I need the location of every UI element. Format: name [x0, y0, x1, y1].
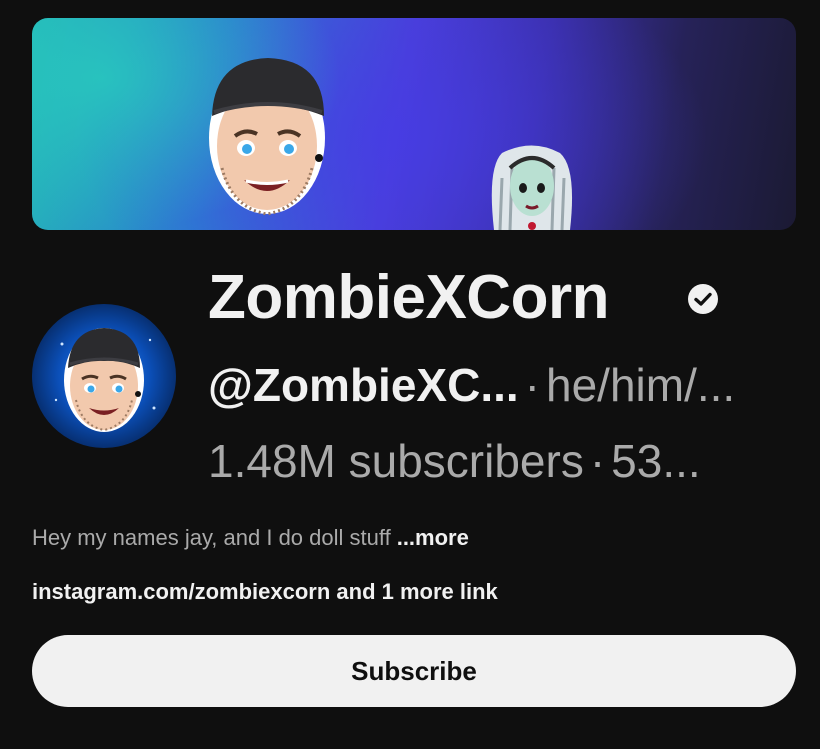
channel-avatar[interactable] — [32, 304, 176, 448]
channel-description[interactable]: Hey my names jay, and I do doll stuff...… — [32, 524, 469, 552]
channel-name: ZombieXCorn — [208, 263, 609, 332]
channel-pronouns: he/him/... — [546, 359, 736, 411]
stats-line: 1.48M subscribers · 53... — [208, 433, 701, 489]
channel-handle: @ZombieXC... — [208, 359, 519, 411]
more-link[interactable]: ...more — [397, 525, 469, 550]
avatar-face-art — [54, 328, 156, 432]
description-text: Hey my names jay, and I do doll stuff — [32, 525, 391, 550]
subscriber-count: 1.48M subscribers — [208, 435, 584, 487]
video-count: 53... — [611, 435, 701, 487]
banner-face-sticker — [209, 58, 325, 216]
separator-dot: · — [589, 435, 606, 487]
verified-check-icon — [688, 284, 718, 314]
channel-links[interactable]: instagram.com/zombiexcorn and 1 more lin… — [32, 578, 498, 606]
channel-header: ZombieXCorn @ZombieXC... · he/him/... 1.48… — [0, 0, 820, 749]
channel-banner — [32, 18, 796, 230]
banner-artwork — [209, 58, 573, 230]
separator-dot: · — [524, 359, 540, 411]
handle-line: @ZombieXC... · he/him/... — [208, 357, 735, 413]
subscribe-button[interactable]: Subscribe — [32, 635, 796, 707]
banner-doll-figure — [491, 145, 573, 230]
